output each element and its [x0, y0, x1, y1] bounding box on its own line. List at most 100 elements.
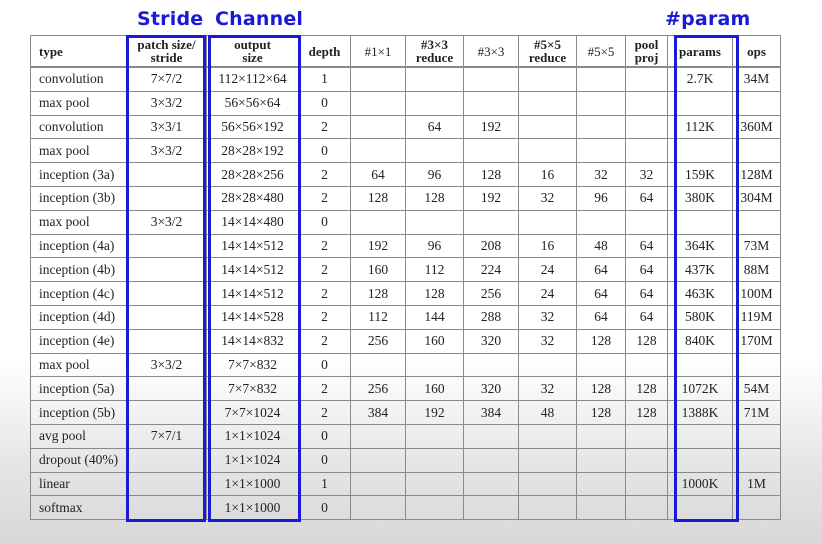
table-row: convolution 3×3/1 56×56×192 2 64 192 112K 360M: [30, 114, 781, 140]
cell-output: 1×1×1000: [206, 471, 299, 497]
cell-n3x3r: 192: [405, 400, 464, 425]
table-row: inception (4a) 14×14×512 2 192 96 208 16 48 64 36…: [30, 233, 781, 259]
cell-n5x5r: 32: [518, 185, 577, 211]
cell-depth: 2: [298, 233, 351, 259]
cell-output: 14×14×512: [206, 281, 299, 306]
cell-pool: 64: [625, 304, 668, 330]
cell-pool: 128: [625, 400, 668, 425]
cell-params: [667, 447, 733, 473]
cell-depth: 2: [298, 400, 351, 425]
cell-n1x1: [350, 209, 406, 235]
cell-type: inception (4b): [30, 257, 127, 283]
cell-n3x3: 256: [463, 281, 519, 306]
cell-output: 14×14×512: [206, 257, 299, 283]
cell-n5x5: 128: [576, 376, 626, 402]
cell-output: 112×112×64: [206, 66, 299, 92]
cell-n3x3r: [405, 352, 464, 378]
cell-params: 437K: [667, 257, 733, 283]
cell-patch: 7×7/1: [126, 423, 207, 449]
cell-ops: [732, 138, 781, 164]
column-header-n3x3: #3×3: [463, 35, 519, 68]
cell-type: softmax: [30, 495, 127, 521]
cell-n3x3r: [405, 447, 464, 473]
cell-n3x3r: [405, 66, 464, 92]
table-row: convolution 7×7/2 112×112×64 1 2.7K 34M: [30, 66, 781, 92]
cell-n3x3: [463, 138, 519, 164]
cell-n1x1: [350, 138, 406, 164]
cell-depth: 2: [298, 185, 351, 211]
cell-output: 1×1×1024: [206, 423, 299, 449]
cell-n5x5: [576, 209, 626, 235]
cell-output: 28×28×256: [206, 162, 299, 187]
cell-n5x5: 128: [576, 328, 626, 354]
table-row: linear 1×1×1000 1 1000K 1M: [30, 471, 781, 497]
cell-n1x1: 160: [350, 257, 406, 283]
cell-ops: 1M: [732, 471, 781, 497]
cell-ops: [732, 209, 781, 235]
cell-n3x3r: 112: [405, 257, 464, 283]
cell-output: 28×28×480: [206, 185, 299, 211]
cell-params: [667, 90, 733, 116]
cell-n3x3: 128: [463, 162, 519, 187]
cell-type: max pool: [30, 138, 127, 164]
cell-n3x3r: 160: [405, 328, 464, 354]
cell-n5x5: 96: [576, 185, 626, 211]
table-row: inception (4b) 14×14×512 2 160 112 224 24 64 64 4…: [30, 257, 781, 283]
column-header-n3x3r: #3×3 reduce: [405, 35, 464, 68]
cell-pool: 64: [625, 185, 668, 211]
cell-output: 1×1×1024: [206, 447, 299, 473]
cell-n3x3: [463, 423, 519, 449]
cell-output: 7×7×1024: [206, 400, 299, 425]
header-line-1: #5×5: [587, 43, 615, 59]
cell-params: [667, 138, 733, 164]
cell-patch: 3×3/2: [126, 90, 207, 116]
column-header-params: params: [667, 35, 733, 68]
cell-patch: [126, 376, 207, 402]
cell-n3x3: [463, 66, 519, 92]
cell-depth: 2: [298, 281, 351, 306]
cell-ops: [732, 90, 781, 116]
cell-n5x5: [576, 471, 626, 497]
cell-patch: [126, 185, 207, 211]
cell-n1x1: 128: [350, 281, 406, 306]
cell-depth: 2: [298, 328, 351, 354]
cell-params: 840K: [667, 328, 733, 354]
cell-depth: 0: [298, 495, 351, 521]
cell-ops: [732, 447, 781, 473]
cell-n3x3r: 160: [405, 376, 464, 402]
table-row: inception (4d) 14×14×528 2 112 144 288 32 64 64 5…: [30, 304, 781, 330]
cell-params: [667, 495, 733, 521]
cell-n1x1: [350, 423, 406, 449]
cell-n1x1: [350, 352, 406, 378]
cell-type: max pool: [30, 352, 127, 378]
cell-params: 1388K: [667, 400, 733, 425]
cell-n5x5r: [518, 90, 577, 116]
cell-n3x3r: 128: [405, 185, 464, 211]
cell-n3x3: 288: [463, 304, 519, 330]
cell-type: inception (3a): [30, 162, 127, 187]
cell-patch: [126, 233, 207, 259]
table-row: inception (5a) 7×7×832 2 256 160 320 32 128 128 1…: [30, 376, 781, 402]
cell-n3x3: 384: [463, 400, 519, 425]
cell-ops: [732, 495, 781, 521]
cell-ops: 170M: [732, 328, 781, 354]
cell-depth: 2: [298, 304, 351, 330]
cell-n3x3r: 144: [405, 304, 464, 330]
cell-n5x5r: 24: [518, 257, 577, 283]
cell-params: 1072K: [667, 376, 733, 402]
column-header-pool: pool proj: [625, 35, 668, 68]
cell-n3x3r: [405, 90, 464, 116]
cell-n5x5: [576, 352, 626, 378]
cell-n5x5: 128: [576, 400, 626, 425]
cell-type: convolution: [30, 66, 127, 92]
cell-type: max pool: [30, 90, 127, 116]
cell-ops: 88M: [732, 257, 781, 283]
cell-ops: 71M: [732, 400, 781, 425]
cell-n5x5r: [518, 209, 577, 235]
column-header-n1x1: #1×1: [350, 35, 406, 68]
cell-type: avg pool: [30, 423, 127, 449]
cell-n3x3: 208: [463, 233, 519, 259]
cell-params: 380K: [667, 185, 733, 211]
cell-n1x1: [350, 495, 406, 521]
cell-depth: 0: [298, 423, 351, 449]
